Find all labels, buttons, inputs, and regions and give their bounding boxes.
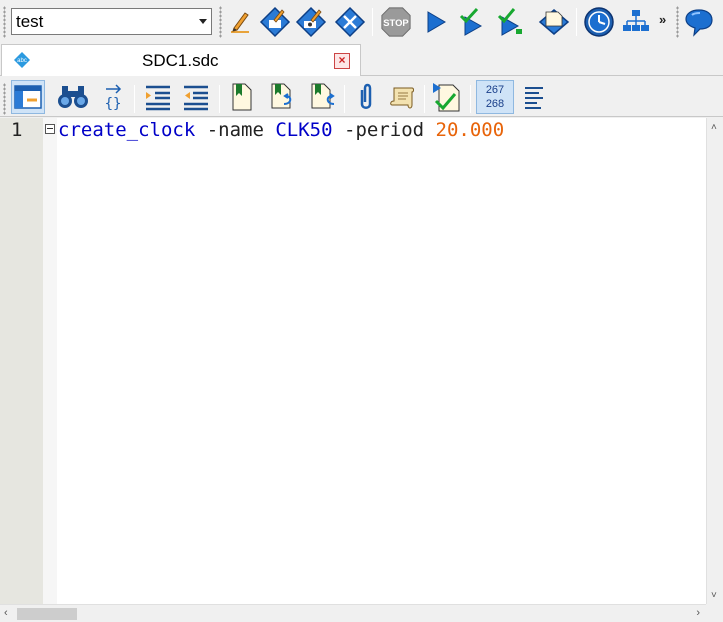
timing-button[interactable] <box>583 6 615 38</box>
compile-run-button[interactable] <box>295 6 327 38</box>
run-check-script-button[interactable] <box>430 80 464 114</box>
hierarchy-button[interactable] <box>620 6 652 38</box>
toolbar-grip[interactable] <box>3 6 6 38</box>
main-toolbar: test STOP » <box>0 0 723 44</box>
stop-button[interactable]: STOP <box>380 6 412 38</box>
line-number-gutter: 1 <box>0 118 43 604</box>
vertical-scrollbar[interactable]: ˄ ˅ <box>706 118 723 604</box>
find-button[interactable] <box>56 80 90 114</box>
toolbar-grip[interactable] <box>219 6 222 38</box>
pencil-button[interactable] <box>224 6 256 38</box>
line-numbers-icon: 267 268 <box>486 83 504 111</box>
check-play-icon <box>459 7 483 36</box>
compile-diamond-icon <box>259 6 291 38</box>
line-number: 1 <box>11 119 23 141</box>
toolbar-separator <box>576 8 577 36</box>
play-icon <box>427 11 446 33</box>
horizontal-scroll-thumb[interactable] <box>17 608 77 620</box>
code-command: create_clock <box>58 119 196 141</box>
scroll-left-icon[interactable]: ‹ <box>4 607 8 619</box>
code-clock-name: CLK50 <box>275 119 333 141</box>
next-bookmark-button[interactable] <box>266 80 300 114</box>
tab-bar: abc SDC1.sdc × <box>0 44 723 76</box>
line-numbers-top: 267 <box>485 84 505 96</box>
project-combo-value: test <box>16 12 44 31</box>
outdent-icon <box>184 85 208 111</box>
code-option-name: -name <box>195 119 276 141</box>
clock-icon <box>584 7 614 37</box>
cross-diamond-icon <box>334 6 366 38</box>
scroll-up-icon[interactable]: ˄ <box>711 122 717 133</box>
sdc-file-icon: abc <box>13 51 31 74</box>
stop-icon: STOP <box>381 7 411 37</box>
code-option-period: -period <box>332 119 436 141</box>
close-icon[interactable]: × <box>334 53 350 69</box>
scroll-right-icon[interactable]: › <box>696 607 700 619</box>
chat-button[interactable] <box>683 6 715 38</box>
line-numbers-bottom: 268 <box>485 98 505 110</box>
download-button[interactable] <box>538 6 570 38</box>
code-period-value: 20.000 <box>435 119 505 141</box>
script-button[interactable] <box>386 80 420 114</box>
svg-text:abc: abc <box>17 58 27 64</box>
align-left-icon <box>525 87 543 109</box>
tab-sdc1[interactable]: abc SDC1.sdc × <box>1 44 361 76</box>
code-line[interactable]: create_clock -name CLK50 -period 20.000 <box>58 119 504 141</box>
download-diamond-icon <box>538 9 570 35</box>
binoculars-icon <box>58 86 88 108</box>
next-bookmark-icon <box>271 83 292 109</box>
toolbar-separator <box>424 85 425 113</box>
chevron-down-icon[interactable] <box>199 19 207 24</box>
hierarchy-icon <box>623 10 649 31</box>
bookmark-page-icon <box>232 83 252 111</box>
horizontal-scrollbar[interactable]: ‹ › <box>0 604 706 622</box>
toolbar-separator <box>219 85 220 113</box>
check-run-button[interactable] <box>456 6 488 38</box>
fold-collapse-icon[interactable] <box>45 124 55 134</box>
line-numbers-toggle[interactable]: 267 268 <box>476 80 514 114</box>
panel-layout-button[interactable] <box>11 80 45 114</box>
toolbar-grip[interactable] <box>3 83 6 115</box>
indent-icon <box>146 85 170 111</box>
prev-bookmark-icon <box>311 83 335 109</box>
outdent-button[interactable] <box>179 80 213 114</box>
check-play-green-icon <box>497 8 522 36</box>
check-run-green-button[interactable] <box>495 6 527 38</box>
panel-layout-icon <box>14 85 42 109</box>
brace-jump-icon: {} <box>105 84 122 111</box>
compile-run-diamond-icon <box>295 6 327 38</box>
goto-brace-button[interactable]: {} <box>96 80 130 114</box>
scroll-icon <box>390 87 414 109</box>
scroll-down-icon[interactable]: ˅ <box>711 590 717 601</box>
svg-text:{}: {} <box>105 96 122 111</box>
tab-title: SDC1.sdc <box>142 51 219 70</box>
pencil-icon <box>231 12 249 33</box>
toolbar-separator <box>372 8 373 36</box>
sdc-editor-window: test STOP » abc SDC1.sdc × {} 267 268 1 … <box>0 0 723 622</box>
paperclip-icon <box>360 83 372 109</box>
scrollbar-corner <box>706 604 723 622</box>
code-editor[interactable]: 1 create_clock -name CLK50 -period 20.00… <box>0 118 706 604</box>
svg-text:STOP: STOP <box>383 17 408 28</box>
attach-button[interactable] <box>349 80 383 114</box>
compile-button[interactable] <box>259 6 291 38</box>
run-check-page-icon <box>433 83 460 112</box>
bookmark-button[interactable] <box>224 80 258 114</box>
toolbar-separator <box>344 85 345 113</box>
fold-margin <box>43 118 57 604</box>
toolbar-grip[interactable] <box>676 6 679 38</box>
toolbar-overflow-button[interactable]: » <box>659 12 666 27</box>
chat-bubble-icon <box>685 9 713 37</box>
editor-toolbar: {} 267 268 <box>0 77 723 117</box>
word-wrap-button[interactable] <box>517 80 551 114</box>
toolbar-separator <box>470 85 471 113</box>
run-button[interactable] <box>420 6 452 38</box>
cross-button[interactable] <box>334 6 366 38</box>
indent-button[interactable] <box>141 80 175 114</box>
toolbar-separator <box>134 85 135 113</box>
prev-bookmark-button[interactable] <box>306 80 340 114</box>
project-combo[interactable]: test <box>11 8 212 35</box>
